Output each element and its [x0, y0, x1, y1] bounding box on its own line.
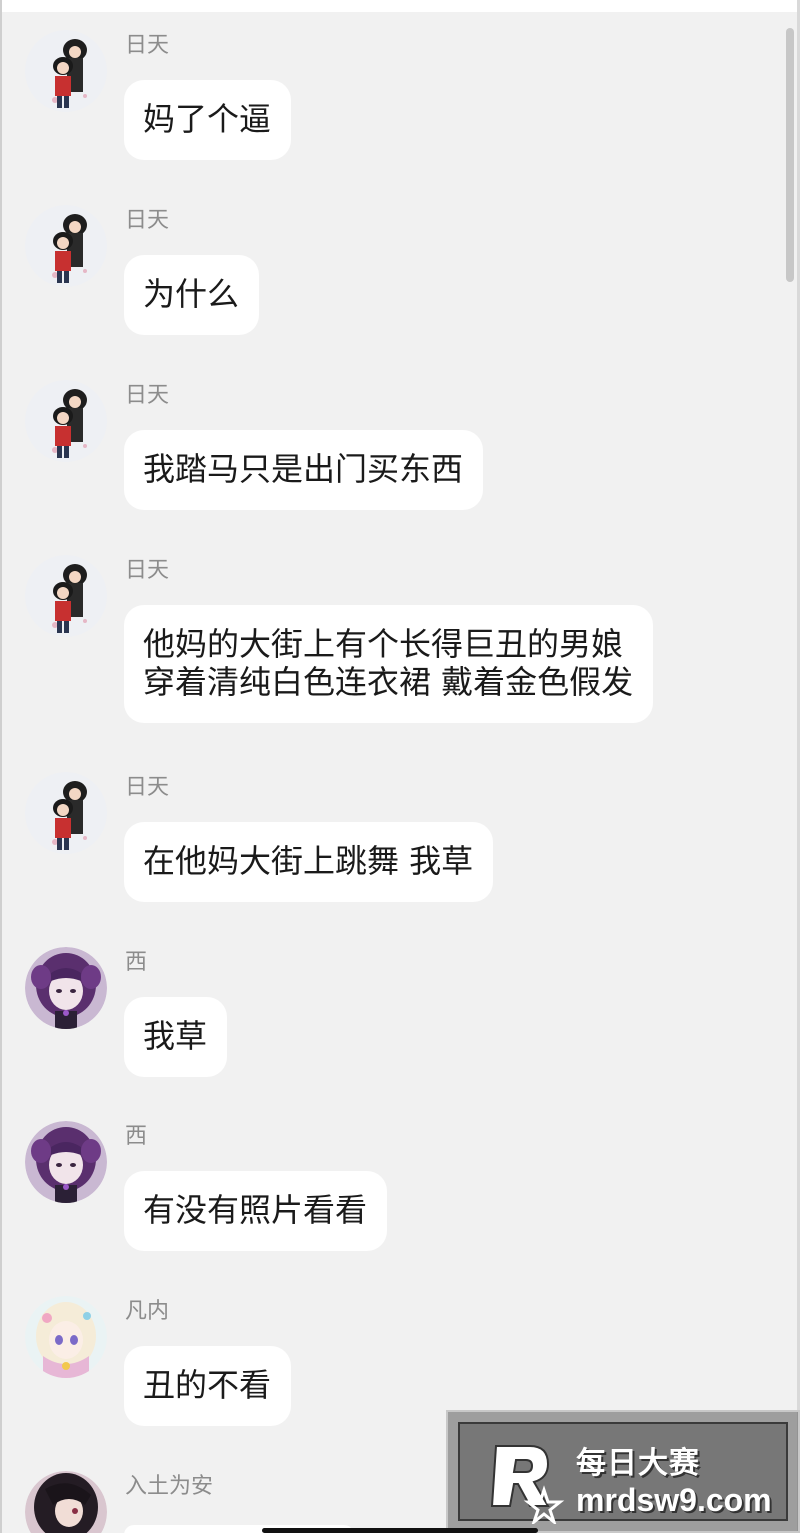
top-strip — [0, 0, 800, 12]
sender-name: 日天 — [125, 775, 170, 800]
message-bubble[interactable]: 有没有照片看看 — [124, 1171, 388, 1251]
chat-screen: 日天 妈了个逼 日天 为什么 日天 我踏马只是出门买东西 日天 他妈的大街上有个… — [0, 0, 800, 1533]
message-bubble[interactable]: 妈了个逼 — [124, 80, 292, 160]
sender-name: 日天 — [125, 33, 170, 58]
scrollbar-thumb[interactable] — [786, 28, 794, 282]
message-bubble[interactable]: 为什么 — [124, 255, 260, 335]
purple-hair-girl-avatar-icon[interactable] — [25, 1121, 107, 1203]
chibi-couple-avatar-icon[interactable] — [25, 30, 107, 112]
message-bubble[interactable]: 我草 — [124, 997, 228, 1077]
watermark: 每日大赛 mrdsw9.com — [446, 1410, 800, 1533]
sender-name: 入土为安 — [125, 1474, 214, 1499]
message-text: 妈了个逼 — [143, 100, 272, 138]
r-star-logo-icon — [490, 1445, 565, 1524]
sender-name: 日天 — [125, 558, 170, 583]
anime-girl-avatar-icon[interactable] — [25, 1296, 107, 1378]
message-text: 有没有照片看看 — [143, 1191, 368, 1229]
watermark-title: 每日大赛 — [576, 1447, 700, 1480]
purple-hair-girl-avatar-icon[interactable] — [25, 947, 107, 1029]
message-text: 他妈的大街上有个长得巨丑的男娘 — [143, 625, 624, 663]
left-edge — [0, 0, 2, 1533]
sender-name: 西 — [125, 950, 148, 975]
chibi-couple-avatar-icon[interactable] — [25, 205, 107, 287]
watermark-frame: 每日大赛 mrdsw9.com — [458, 1422, 788, 1524]
chibi-couple-avatar-icon[interactable] — [25, 555, 107, 637]
dark-hair-anime-avatar-icon[interactable] — [25, 1471, 107, 1533]
chibi-couple-avatar-icon[interactable] — [25, 772, 107, 854]
message-text: 我踏马只是出门买东西 — [143, 450, 464, 488]
sender-name: 凡内 — [125, 1299, 170, 1324]
home-indicator[interactable] — [262, 1528, 538, 1533]
watermark-url: mrdsw9.com — [576, 1482, 772, 1518]
message-bubble[interactable]: 我踏马只是出门买东西 — [124, 430, 484, 510]
message-text: 为什么 — [143, 275, 240, 313]
message-bubble[interactable]: 他妈的大街上有个长得巨丑的男娘 穿着清纯白色连衣裙 戴着金色假发 — [124, 605, 654, 723]
sender-name: 日天 — [125, 383, 170, 408]
chibi-couple-avatar-icon[interactable] — [25, 380, 107, 462]
message-text: 我草 — [143, 1017, 208, 1055]
message-text: 穿着清纯白色连衣裙 戴着金色假发 — [143, 663, 634, 701]
sender-name: 西 — [125, 1124, 148, 1149]
message-text: 在他妈大街上跳舞 我草 — [143, 842, 474, 880]
message-text: 丑的不看 — [143, 1366, 272, 1404]
sender-name: 日天 — [125, 208, 170, 233]
message-bubble[interactable]: 丑的不看 — [124, 1346, 292, 1426]
message-bubble[interactable]: 在他妈大街上跳舞 我草 — [124, 822, 494, 902]
